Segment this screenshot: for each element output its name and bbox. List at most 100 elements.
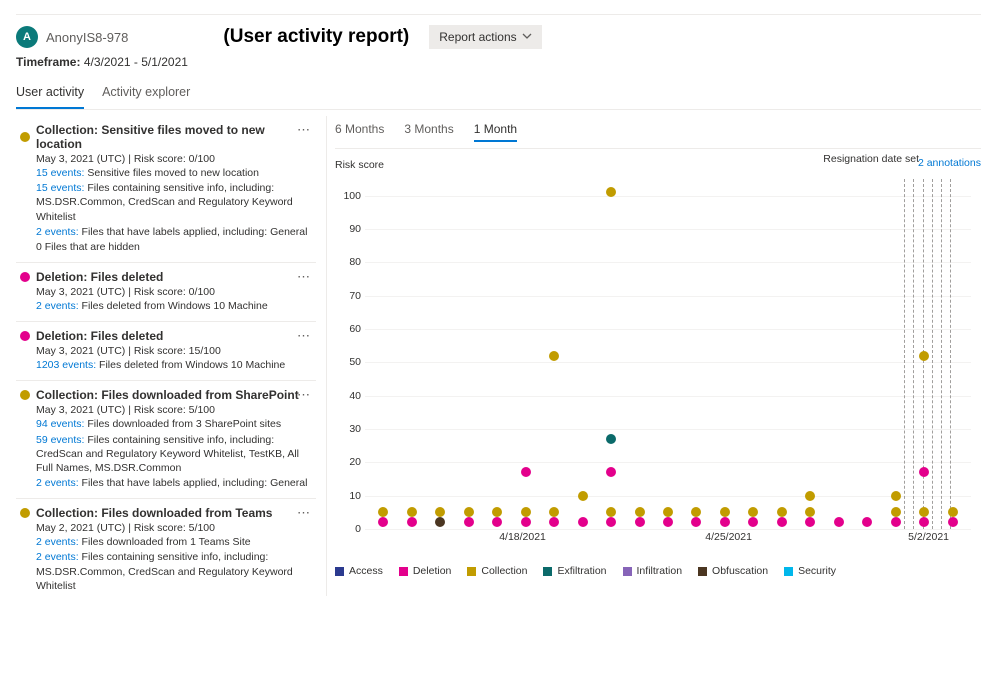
legend-label: Infiltration [637, 565, 683, 577]
data-point-collection[interactable] [805, 491, 815, 501]
event-count-link[interactable]: 2 events: [36, 477, 82, 489]
data-point-deletion[interactable] [378, 517, 388, 527]
data-point-collection[interactable] [492, 507, 502, 517]
event-count-link[interactable]: 59 events: [36, 434, 87, 446]
event-count-link[interactable]: 2 events: [36, 536, 82, 548]
x-tick-label: 5/2/2021 [908, 531, 949, 543]
data-point-collection[interactable] [691, 507, 701, 517]
data-point-deletion[interactable] [635, 517, 645, 527]
more-actions-icon[interactable]: ⋯ [297, 122, 310, 138]
event-count-link[interactable]: 94 events: [36, 418, 87, 430]
data-point-deletion[interactable] [521, 467, 531, 477]
data-point-collection[interactable] [948, 507, 958, 517]
data-point-collection[interactable] [748, 507, 758, 517]
data-point-deletion[interactable] [777, 517, 787, 527]
data-point-deletion[interactable] [891, 517, 901, 527]
data-point-collection[interactable] [720, 507, 730, 517]
data-point-collection[interactable] [777, 507, 787, 517]
data-point-collection[interactable] [635, 507, 645, 517]
data-point-collection[interactable] [606, 187, 616, 197]
event-count-link[interactable]: 15 events: [36, 182, 87, 194]
data-point-collection[interactable] [464, 507, 474, 517]
data-point-collection[interactable] [606, 507, 616, 517]
event-count-link[interactable]: 15 events: [36, 167, 87, 179]
username: AnonyIS8-978 [46, 30, 128, 45]
data-point-deletion[interactable] [948, 517, 958, 527]
data-point-collection[interactable] [521, 507, 531, 517]
data-point-collection[interactable] [891, 491, 901, 501]
data-point-deletion[interactable] [919, 517, 929, 527]
data-point-collection[interactable] [578, 491, 588, 501]
legend-item-deletion[interactable]: Deletion [399, 565, 452, 577]
report-actions-button[interactable]: Report actions [429, 25, 541, 49]
activity-item[interactable]: Deletion: Files deletedMay 3, 2021 (UTC)… [16, 322, 316, 381]
data-point-collection[interactable] [919, 351, 929, 361]
more-actions-icon[interactable]: ⋯ [297, 269, 310, 285]
annotation-vline [941, 179, 942, 529]
activity-item[interactable]: Collection: Files downloaded from ShareP… [16, 381, 316, 499]
data-point-collection[interactable] [378, 507, 388, 517]
y-tick-label: 60 [349, 323, 361, 335]
legend-item-infiltration[interactable]: Infiltration [623, 565, 683, 577]
data-point-deletion[interactable] [919, 467, 929, 477]
more-actions-icon[interactable]: ⋯ [297, 505, 310, 521]
data-point-deletion[interactable] [834, 517, 844, 527]
activity-title: Collection: Files downloaded from Teams [36, 506, 272, 520]
legend-item-exfiltration[interactable]: Exfiltration [543, 565, 606, 577]
data-point-deletion[interactable] [663, 517, 673, 527]
legend-label: Deletion [413, 565, 452, 577]
data-point-collection[interactable] [663, 507, 673, 517]
data-point-deletion[interactable] [464, 517, 474, 527]
data-point-deletion[interactable] [549, 517, 559, 527]
data-point-deletion[interactable] [521, 517, 531, 527]
collection-category-dot [20, 508, 30, 518]
range-tab-3-months[interactable]: 3 Months [404, 122, 453, 142]
legend-item-collection[interactable]: Collection [467, 565, 527, 577]
data-point-obfuscation[interactable] [435, 517, 445, 527]
data-point-collection[interactable] [919, 507, 929, 517]
x-tick-label: 4/18/2021 [499, 531, 546, 543]
activity-meta: May 3, 2021 (UTC) | Risk score: 0/100 [36, 153, 312, 165]
legend-item-obfuscation[interactable]: Obfuscation [698, 565, 768, 577]
data-point-exfiltration[interactable] [606, 434, 616, 444]
activity-detail-line: 2 events: Files containing sensitive inf… [36, 550, 312, 593]
activity-item[interactable]: Deletion: Files deletedMay 3, 2021 (UTC)… [16, 263, 316, 322]
data-point-deletion[interactable] [606, 467, 616, 477]
data-point-collection[interactable] [435, 507, 445, 517]
data-point-collection[interactable] [549, 507, 559, 517]
data-point-deletion[interactable] [805, 517, 815, 527]
data-point-deletion[interactable] [720, 517, 730, 527]
data-point-collection[interactable] [805, 507, 815, 517]
legend-item-security[interactable]: Security [784, 565, 836, 577]
more-actions-icon[interactable]: ⋯ [297, 387, 310, 403]
data-point-deletion[interactable] [492, 517, 502, 527]
activity-meta: May 3, 2021 (UTC) | Risk score: 0/100 [36, 286, 312, 298]
legend-label: Collection [481, 565, 527, 577]
legend-item-access[interactable]: Access [335, 565, 383, 577]
data-point-deletion[interactable] [748, 517, 758, 527]
range-tab-1-month[interactable]: 1 Month [474, 122, 517, 142]
data-point-collection[interactable] [891, 507, 901, 517]
data-point-deletion[interactable] [862, 517, 872, 527]
event-count-link[interactable]: 1203 events: [36, 359, 99, 371]
data-point-deletion[interactable] [578, 517, 588, 527]
tab-user-activity[interactable]: User activity [16, 79, 84, 109]
range-tab-6-months[interactable]: 6 Months [335, 122, 384, 142]
data-point-deletion[interactable] [691, 517, 701, 527]
data-point-collection[interactable] [549, 351, 559, 361]
annotations-link[interactable]: 2 annotations [918, 157, 981, 169]
event-count-link[interactable]: 2 events: [36, 226, 82, 238]
data-point-deletion[interactable] [407, 517, 417, 527]
activity-item[interactable]: Collection: Sensitive files moved to new… [16, 116, 316, 263]
event-count-link[interactable]: 2 events: [36, 595, 82, 596]
legend-label: Access [349, 565, 383, 577]
legend-swatch [698, 567, 707, 576]
data-point-collection[interactable] [407, 507, 417, 517]
activity-list: Collection: Sensitive files moved to new… [16, 116, 316, 596]
activity-item[interactable]: Collection: Files downloaded from TeamsM… [16, 499, 316, 596]
more-actions-icon[interactable]: ⋯ [297, 328, 310, 344]
event-count-link[interactable]: 2 events: [36, 551, 82, 563]
tab-activity-explorer[interactable]: Activity explorer [102, 79, 190, 109]
data-point-deletion[interactable] [606, 517, 616, 527]
event-count-link[interactable]: 2 events: [36, 300, 82, 312]
